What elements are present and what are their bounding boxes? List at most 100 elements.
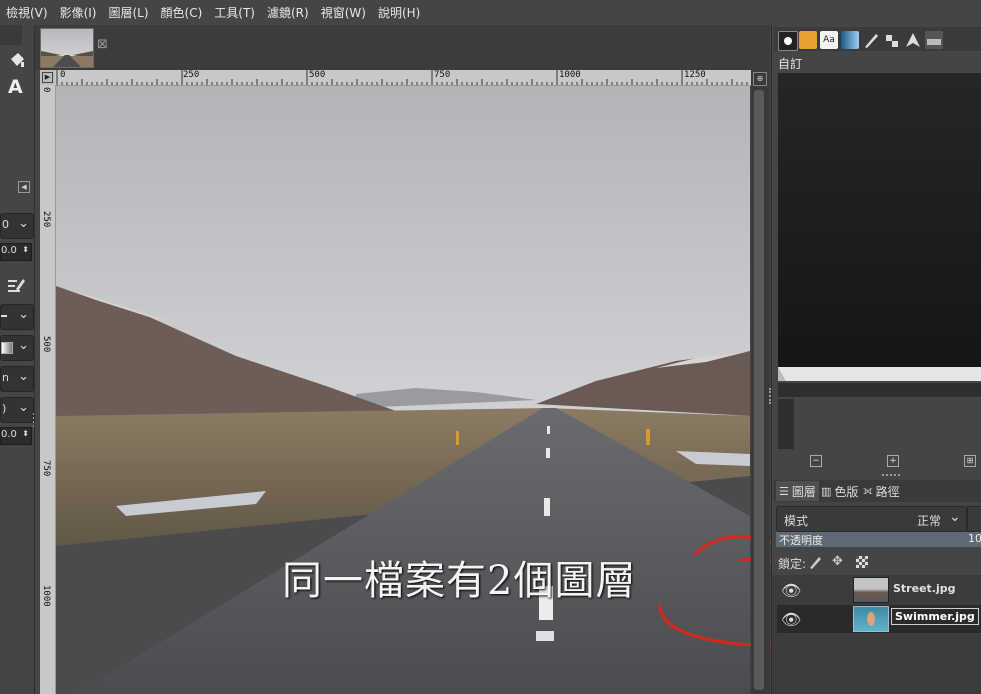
brush-tab-icon[interactable] xyxy=(862,31,880,49)
gradient-swatch-icon xyxy=(1,342,13,354)
tab-label: 色版 xyxy=(834,484,859,499)
eye-icon[interactable]: 👁 xyxy=(781,610,801,629)
lock-position-icon[interactable]: ✥ xyxy=(832,555,846,569)
menu-layer[interactable]: 圖層(L) xyxy=(102,4,154,21)
ruler-label: 0 xyxy=(60,70,66,80)
patterns-tab-icon[interactable] xyxy=(799,31,817,49)
image-tab-thumbnail[interactable] xyxy=(40,28,94,68)
menu-colors[interactable]: 顏色(C) xyxy=(155,4,209,21)
lock-alpha-icon[interactable] xyxy=(856,556,868,568)
paths-tool-tab-icon[interactable] xyxy=(904,31,922,49)
tab-paths[interactable]: ⟗ 路徑 xyxy=(860,481,903,501)
spin-arrows-icon[interactable]: ⬍ xyxy=(22,245,29,254)
ruler-label: 250 xyxy=(183,70,200,80)
tool-option-dropdown-3[interactable]: ⌄ xyxy=(0,335,34,361)
collapse-icon[interactable]: ◀ xyxy=(18,181,30,193)
tool-option-spin-1[interactable]: 0.0 ⬍ xyxy=(0,243,32,261)
layer-name[interactable]: Swimmer.jpg xyxy=(891,608,979,625)
channels-icon: ▥ xyxy=(821,484,832,498)
mode-label: 模式 xyxy=(784,514,809,528)
brush-list[interactable] xyxy=(778,73,981,376)
image-tab-bar xyxy=(35,25,770,70)
opacity-value: 100 xyxy=(968,532,981,545)
opacity-slider[interactable]: 不透明度 100 xyxy=(776,532,981,547)
horizontal-ruler[interactable]: 0 250 500 750 1000 1250 xyxy=(55,70,751,86)
scroll-track[interactable] xyxy=(754,90,764,690)
spin-arrows-icon[interactable]: ⬍ xyxy=(22,429,29,438)
close-tab-icon[interactable]: ⊠ xyxy=(97,37,108,52)
remove-icon[interactable]: − xyxy=(810,455,822,467)
fonts-tab-icon[interactable]: Aa xyxy=(820,31,838,49)
paths-icon: ⟗ xyxy=(863,484,873,497)
brushes-tab-icon[interactable] xyxy=(778,31,798,51)
edit-options-icon[interactable] xyxy=(6,275,26,295)
eye-icon[interactable]: 👁 xyxy=(781,581,801,600)
tool-option-dropdown-5[interactable]: ) ⌄ xyxy=(0,397,34,423)
annotation-text: 同一檔案有2個圖層 xyxy=(282,558,637,604)
layer-thumbnail xyxy=(853,606,889,632)
toolbox: A ◀ 0 ⌄ 0.0 ⬍ ⌄ ⌄ n ⌄ ) ⌄ 0.0 ⬍ xyxy=(0,25,35,694)
ruler-label: 750 xyxy=(434,70,451,80)
lock-label: 鎖定: xyxy=(778,557,807,571)
text-tool-icon[interactable]: A xyxy=(8,76,23,98)
chevron-down-icon: ⌄ xyxy=(949,509,961,525)
ruler-label: 500 xyxy=(41,336,51,353)
chevron-down-icon: ⌄ xyxy=(18,369,29,384)
bucket-fill-icon[interactable] xyxy=(7,50,27,70)
mode-dropdown[interactable]: 模式 正常 ⌄ xyxy=(776,506,967,532)
tab-label: 路徑 xyxy=(875,484,900,499)
chevron-down-icon: ⌄ xyxy=(18,216,29,231)
tool-presets-tab-icon[interactable] xyxy=(883,31,901,49)
ruler-label: 250 xyxy=(41,211,51,228)
quick-mask-icon[interactable]: ▶ xyxy=(42,72,53,83)
tool-option-dropdown-4[interactable]: n ⌄ xyxy=(0,366,34,392)
opacity-label: 不透明度 xyxy=(779,534,823,547)
chevron-down-icon: ⌄ xyxy=(18,307,29,322)
ruler-label: 500 xyxy=(309,70,326,80)
right-dock: Aa 自訂 − + ⊞ ☰ 圖層 ▥ 色版 ⟗ 路徑 模式 正常 ⌄ 不透明度 … xyxy=(771,25,981,694)
layer-list: 👁 Street.jpg 👁 Swimmer.jpg xyxy=(772,575,981,694)
ruler-label: 1000 xyxy=(41,585,51,607)
tool-option-spin-2[interactable]: 0.0 ⬍ xyxy=(0,427,32,445)
menu-tools[interactable]: 工具(T) xyxy=(208,4,261,21)
menu-windows[interactable]: 視窗(W) xyxy=(315,4,372,21)
dynamics-tab-icon[interactable] xyxy=(925,31,943,49)
ruler-label: 1250 xyxy=(684,70,706,80)
menu-view[interactable]: 檢視(V) xyxy=(0,4,54,21)
layer-row[interactable]: 👁 Street.jpg xyxy=(777,576,981,604)
layer-row-selected[interactable]: 👁 Swimmer.jpg xyxy=(777,605,981,633)
ruler-label: 750 xyxy=(41,460,51,477)
brush-preview-bar xyxy=(778,367,981,381)
menubar: 檢視(V) 影像(I) 圖層(L) 顏色(C) 工具(T) 濾鏡(R) 視窗(W… xyxy=(0,0,981,25)
brush-scroll[interactable] xyxy=(778,383,981,397)
vertical-ruler[interactable]: 0 250 500 750 1000 xyxy=(40,85,56,694)
tool-option-dropdown-2[interactable]: ⌄ xyxy=(0,304,34,330)
brush-scroll-small[interactable] xyxy=(778,399,794,449)
panel-resize-grip[interactable] xyxy=(882,474,900,478)
zoom-icon[interactable]: ⊕ xyxy=(753,72,767,86)
mode-reset-icon[interactable] xyxy=(967,506,981,532)
tab-label: 圖層 xyxy=(791,484,816,499)
tool-option-dropdown-1[interactable]: 0 ⌄ xyxy=(0,213,34,239)
add-icon[interactable]: + xyxy=(887,455,899,467)
menu-help[interactable]: 說明(H) xyxy=(372,4,426,21)
menu-filters[interactable]: 濾鏡(R) xyxy=(261,4,315,21)
layer-thumbnail xyxy=(853,577,889,603)
grid-icon[interactable]: ⊞ xyxy=(964,455,976,467)
lock-pixels-icon[interactable] xyxy=(808,555,822,569)
brush-panel-title: 自訂 xyxy=(778,57,803,71)
layer-name[interactable]: Street.jpg xyxy=(893,582,955,595)
chevron-down-icon: ⌄ xyxy=(18,338,29,353)
mode-value: 正常 xyxy=(917,514,942,528)
tab-channels[interactable]: ▥ 色版 xyxy=(818,481,861,501)
vertical-scrollbar[interactable]: ⊕ xyxy=(751,70,770,694)
ruler-label: 1000 xyxy=(559,70,581,80)
menu-image[interactable]: 影像(I) xyxy=(54,4,103,21)
tab-layers[interactable]: ☰ 圖層 xyxy=(776,481,819,501)
tool-slot[interactable] xyxy=(0,25,22,45)
chevron-down-icon: ⌄ xyxy=(18,400,29,415)
layers-icon: ☰ xyxy=(779,484,789,498)
panel-resize-grip[interactable] xyxy=(33,413,34,427)
gradients-tab-icon[interactable] xyxy=(841,31,859,49)
ruler-label: 0 xyxy=(41,87,51,93)
